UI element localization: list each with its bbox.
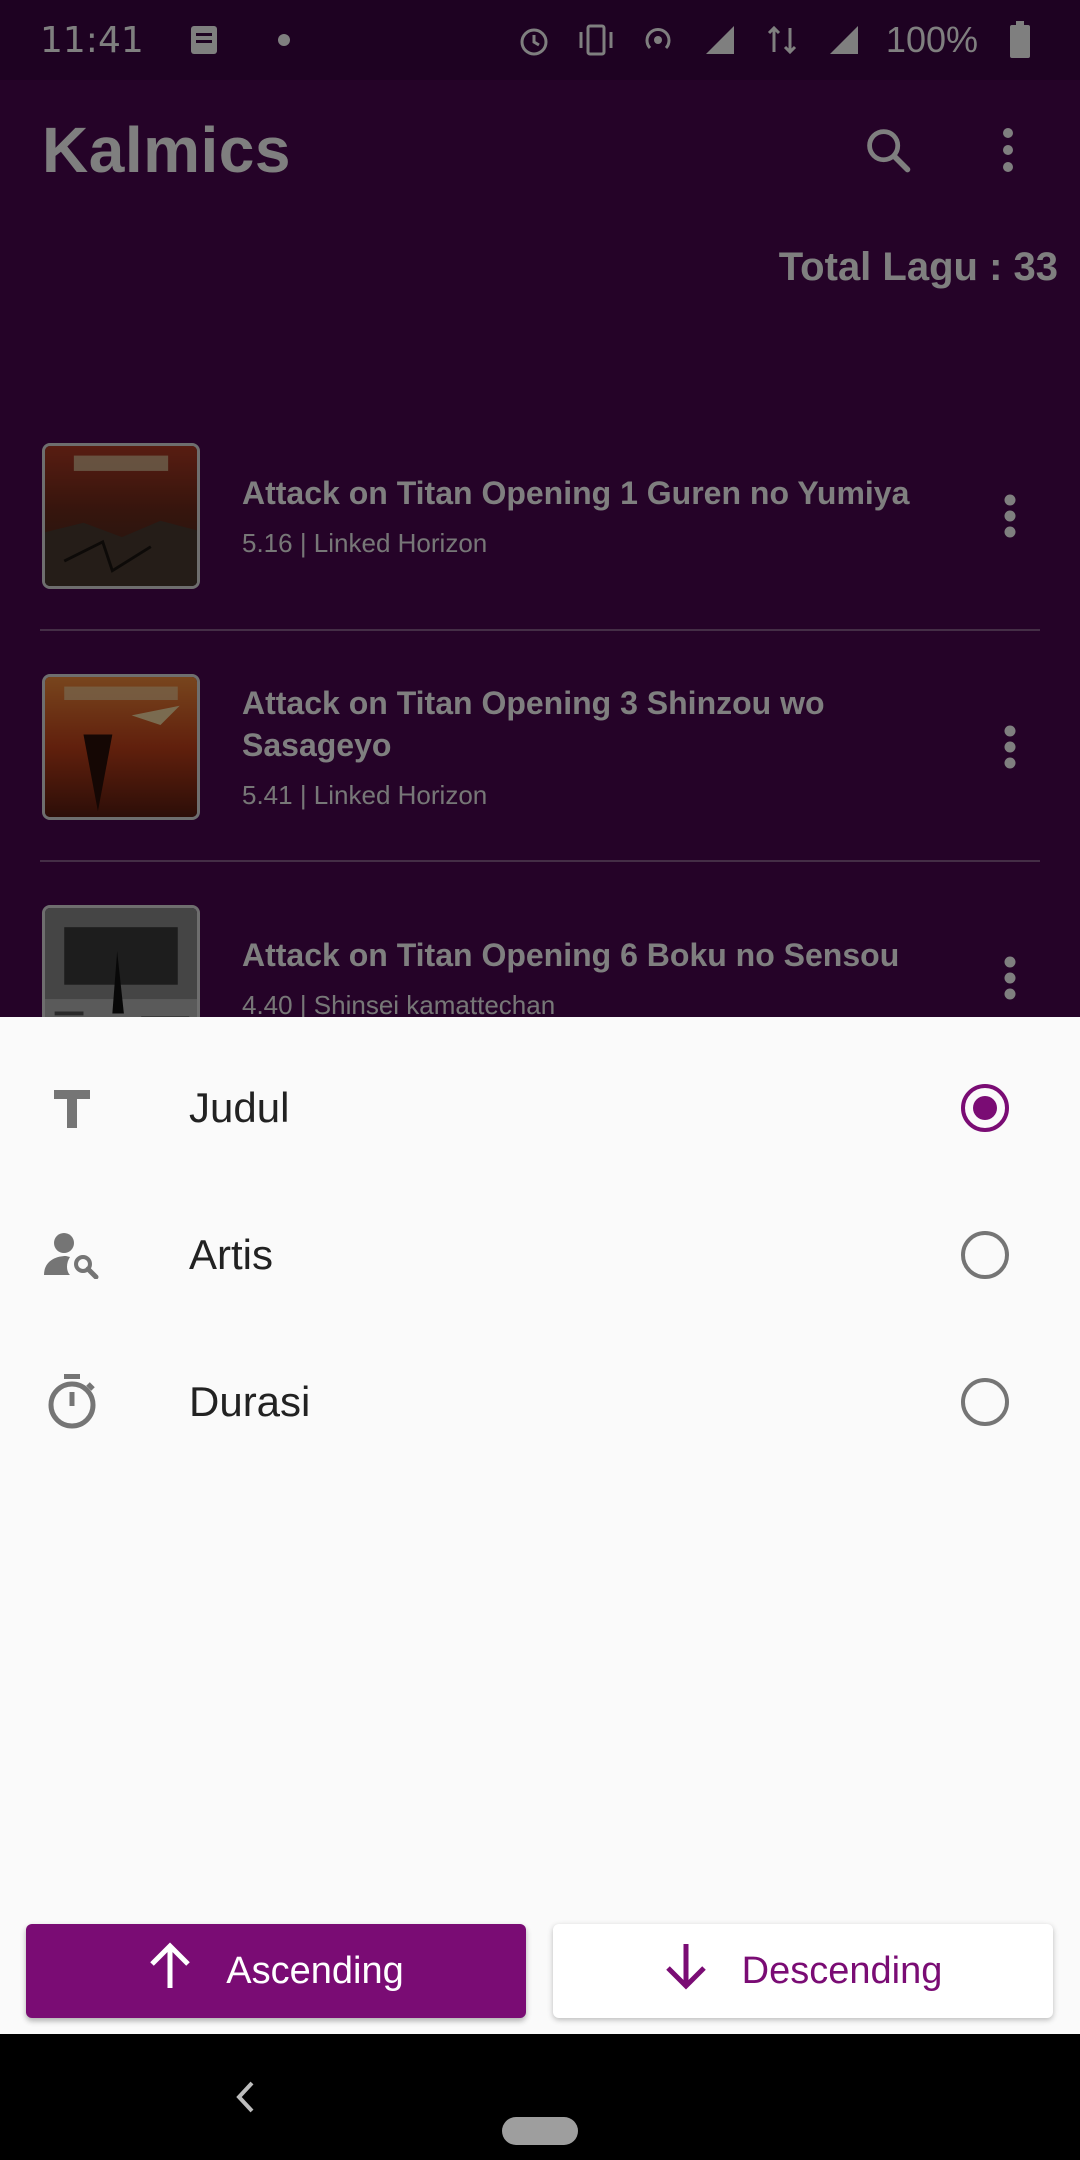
sort-option-artist[interactable]: Artis xyxy=(0,1181,1080,1328)
sort-option-title[interactable]: Judul xyxy=(0,1034,1080,1181)
ascending-button[interactable]: Ascending xyxy=(26,1924,526,2018)
option-label: Durasi xyxy=(189,1377,311,1425)
home-pill[interactable] xyxy=(502,2117,578,2145)
option-label: Judul xyxy=(189,1083,290,1131)
arrow-up-icon xyxy=(148,1942,192,2000)
radio-unselected[interactable] xyxy=(961,1230,1009,1279)
navigation-bar xyxy=(0,2034,1080,2160)
person-search-icon xyxy=(42,1225,102,1285)
radio-unselected[interactable] xyxy=(961,1377,1009,1426)
text-icon xyxy=(42,1078,102,1138)
arrow-down-icon xyxy=(664,1942,708,2000)
back-icon[interactable] xyxy=(222,2074,268,2120)
radio-selected[interactable] xyxy=(961,1083,1009,1132)
screen: 11:41 xyxy=(0,0,1080,2160)
sort-option-duration[interactable]: Durasi xyxy=(0,1328,1080,1475)
ascending-label: Ascending xyxy=(226,1949,404,1992)
option-label: Artis xyxy=(189,1230,273,1278)
timer-icon xyxy=(42,1372,102,1432)
descending-button[interactable]: Descending xyxy=(553,1924,1053,2018)
sort-bottom-sheet: Judul Artis Durasi xyxy=(0,1017,1080,2034)
descending-label: Descending xyxy=(741,1949,943,1992)
scrim-overlay[interactable] xyxy=(0,0,1080,1017)
